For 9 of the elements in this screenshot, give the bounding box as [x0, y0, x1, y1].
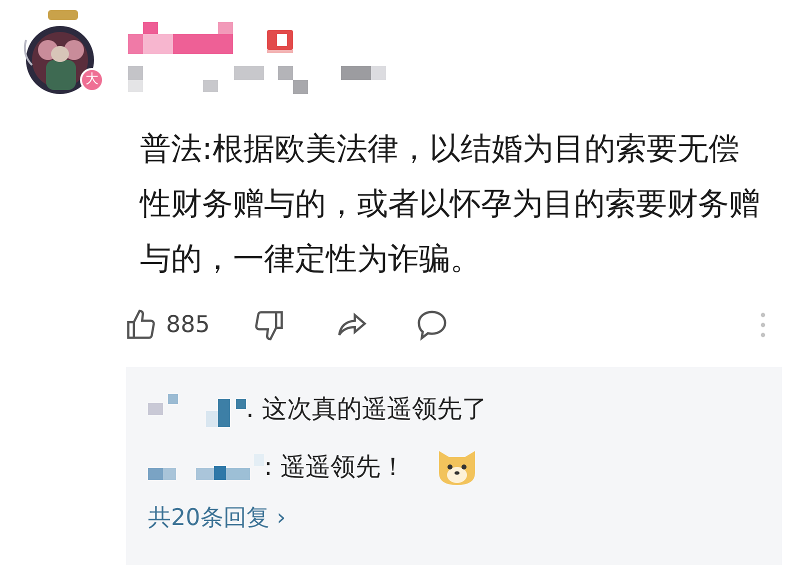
comment-text: 普法:根据欧美法律，以结婚为目的索要无偿性财务赠与的，或者以怀孕为目的索要财务赠与的，一律定性为诈骗。 [140, 130, 761, 279]
user-avatar[interactable]: 大 [18, 10, 102, 96]
thumbs-up-icon [124, 308, 158, 342]
reply-text: : 遥遥领先！ [264, 451, 406, 484]
avatar-badge: 大 [80, 68, 104, 92]
like-button[interactable]: 885 [124, 308, 210, 342]
reply-text: . 这次真的遥遥领先了 [246, 393, 487, 426]
more-replies-link[interactable]: 共20条回复 › [148, 501, 782, 536]
level-badge-icon [265, 28, 295, 54]
